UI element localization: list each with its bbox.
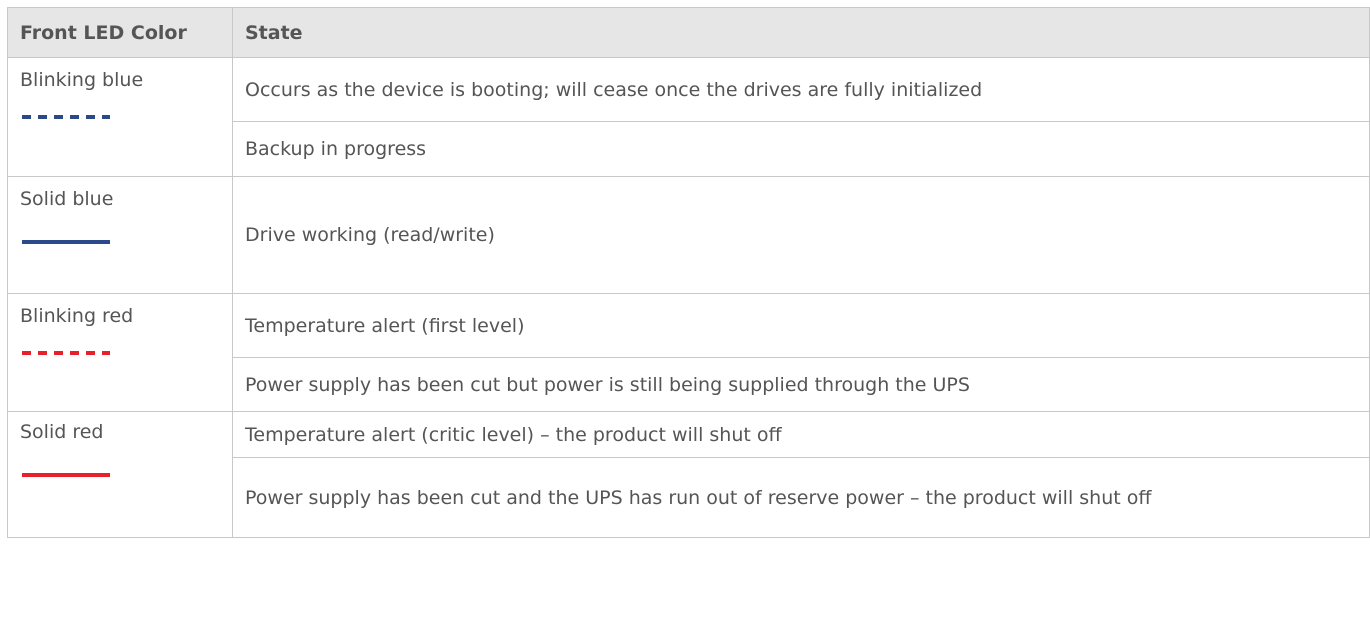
led-color-label: Blinking red [20,305,134,327]
header-front-led-color: Front LED Color [7,7,233,58]
led-color-cell: Blinking red [7,293,233,412]
state-cell: Temperature alert (critic level) – the p… [232,411,1370,458]
state-cell: Occurs as the device is booting; will ce… [232,57,1370,122]
led-blinking-red-icon [22,351,110,355]
state-cell: Backup in progress [232,121,1370,177]
table-row: Solid blue Drive working (read/write) [7,176,1370,294]
led-color-label: Blinking blue [20,69,144,91]
table-header-row: Front LED Color State [7,7,1370,58]
table-row: Blinking red Temperature alert (first le… [7,293,1370,412]
led-color-label: Solid red [20,421,104,443]
state-cell: Power supply has been cut and the UPS ha… [232,457,1370,538]
led-status-table: Front LED Color State Blinking blue Occu… [7,7,1370,538]
led-color-label: Solid blue [20,188,114,210]
led-solid-blue-icon [22,240,110,244]
table-row: Blinking blue Occurs as the device is bo… [7,57,1370,177]
state-cell: Drive working (read/write) [232,176,1370,294]
led-blinking-blue-icon [22,115,110,119]
led-color-cell: Solid red [7,411,233,538]
header-state: State [232,7,1370,58]
led-color-cell: Solid blue [7,176,233,294]
table-row: Solid red Temperature alert (critic leve… [7,411,1370,538]
led-solid-red-icon [22,473,110,477]
led-color-cell: Blinking blue [7,57,233,177]
state-cell: Power supply has been cut but power is s… [232,357,1370,412]
state-cell: Temperature alert (first level) [232,293,1370,358]
